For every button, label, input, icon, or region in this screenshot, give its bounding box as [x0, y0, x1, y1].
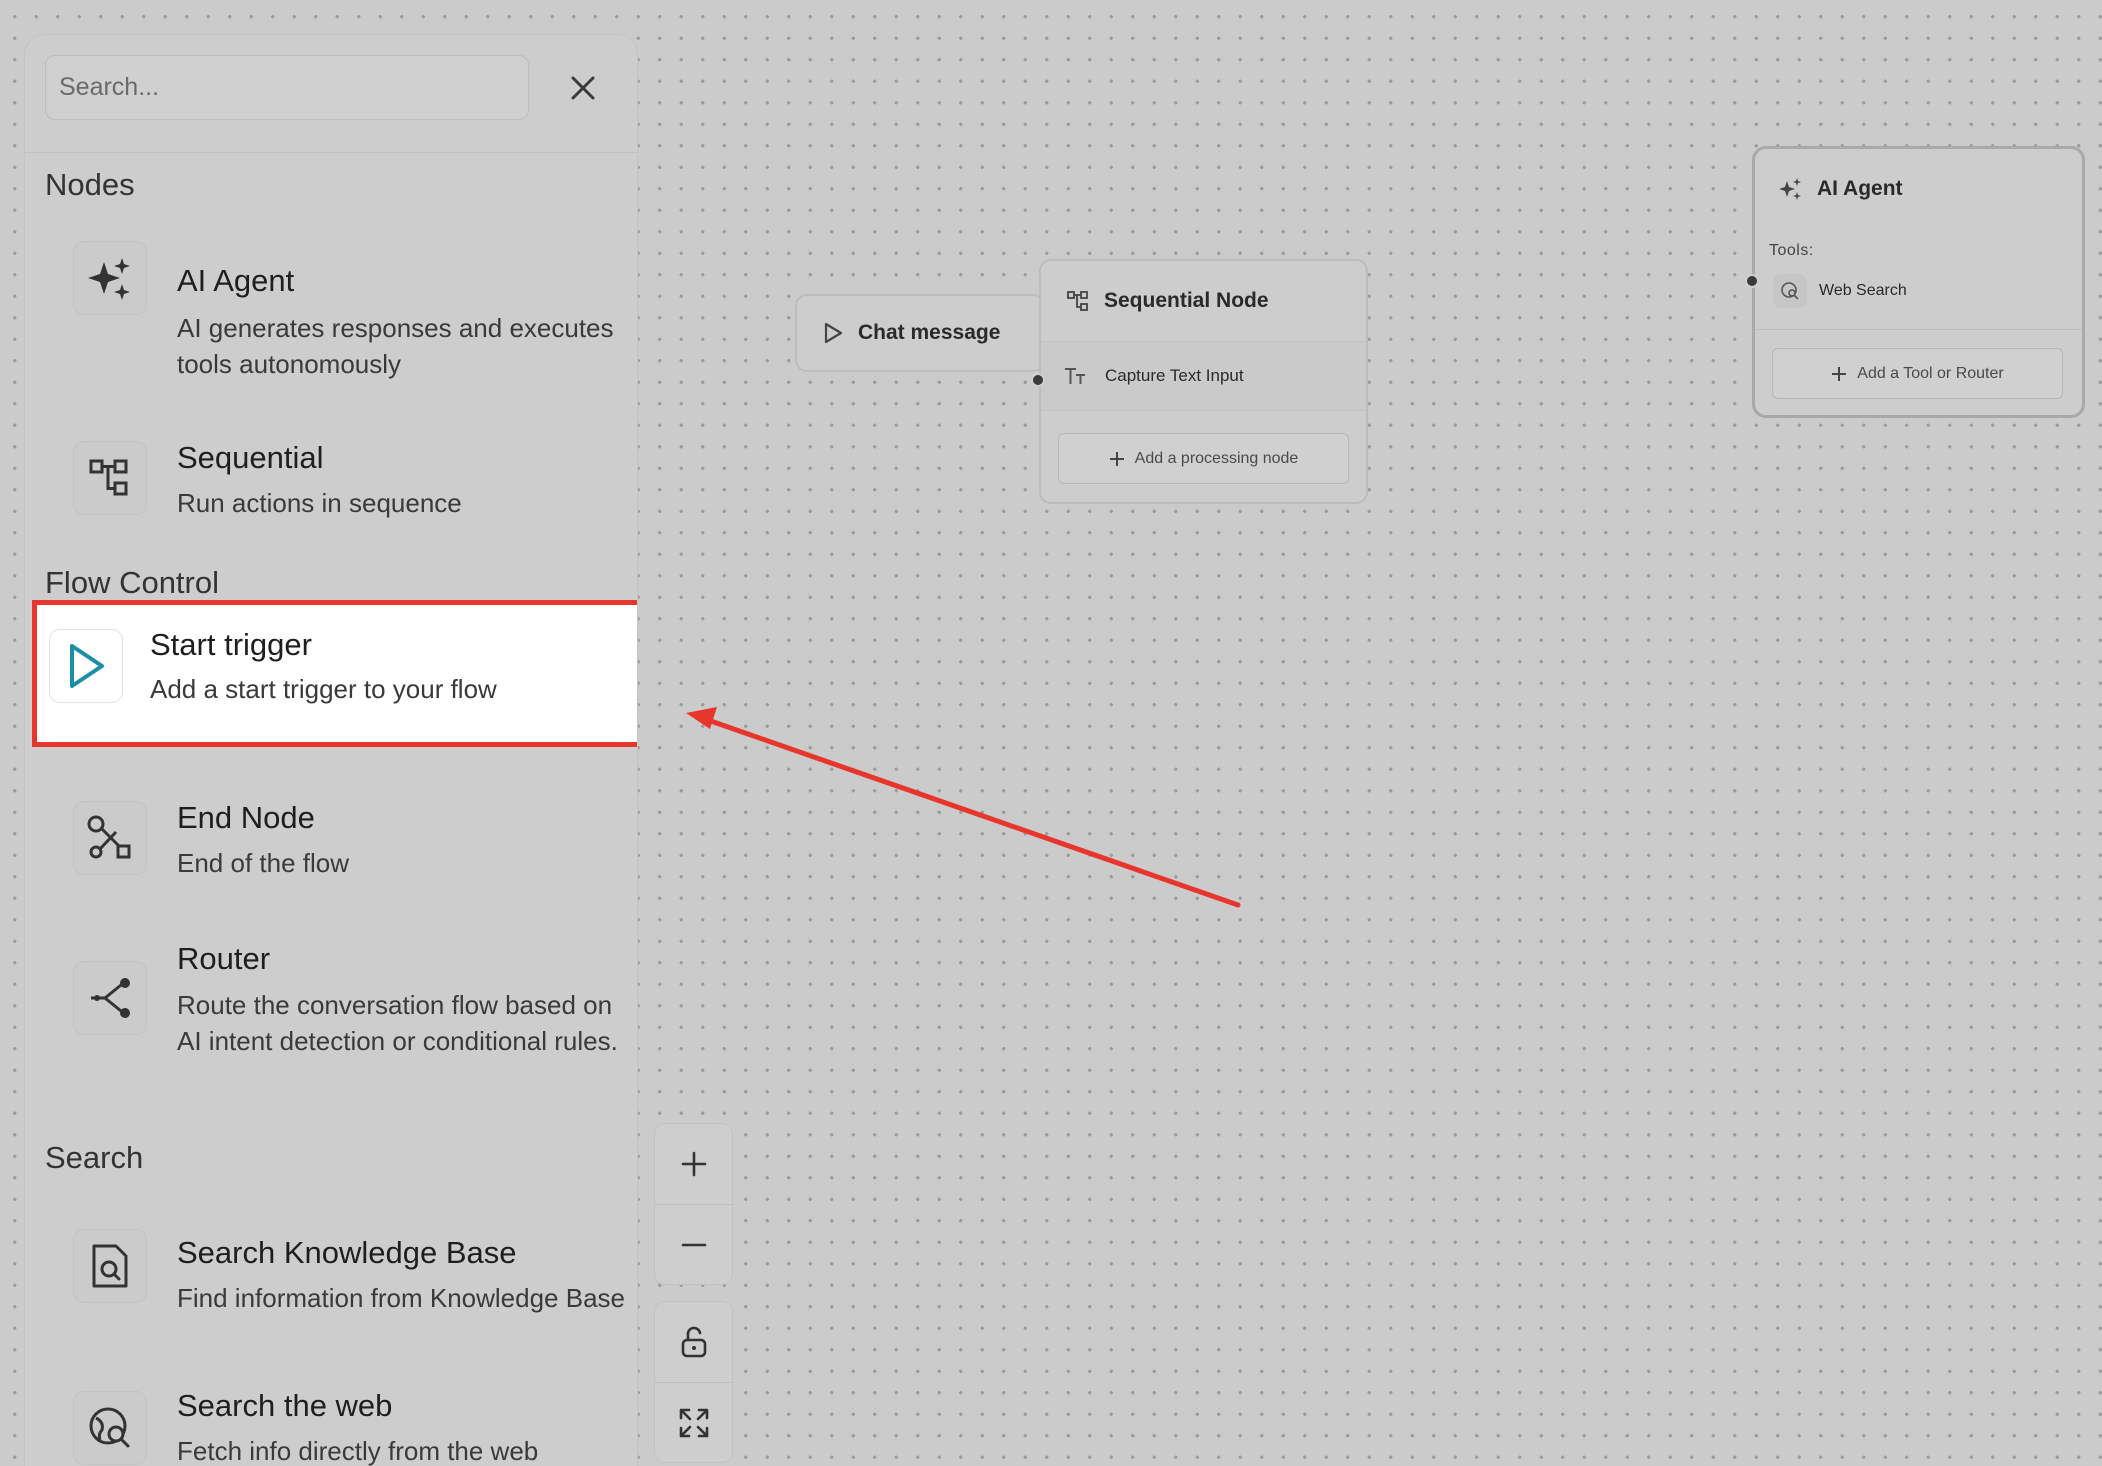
item-description: Run actions in sequence — [177, 488, 462, 518]
play-icon — [824, 322, 843, 344]
node-title: AI Agent — [1817, 177, 1903, 200]
router-icon — [74, 962, 146, 1034]
palette-item-search-web[interactable]: Search the web Fetch info directly from … — [45, 1375, 617, 1466]
close-button[interactable] — [565, 70, 601, 106]
item-description: End of the flow — [177, 848, 349, 878]
add-button-label: Add a Tool or Router — [1857, 364, 2004, 382]
palette-item-start-trigger[interactable]: Start trigger Add a start trigger to you… — [32, 600, 637, 747]
document-search-icon — [74, 1230, 146, 1302]
section-title-flow-control: Flow Control — [45, 565, 219, 600]
expand-icon — [679, 1408, 708, 1437]
search-field-wrapper — [45, 55, 529, 120]
plus-icon — [1109, 451, 1124, 466]
sequential-node[interactable]: Sequential Node Capture Text Input Add a… — [1039, 259, 1368, 504]
zoom-out-button[interactable] — [655, 1204, 732, 1284]
connection-handle[interactable] — [1745, 274, 1759, 288]
item-title: Router — [177, 941, 271, 976]
zoom-in-button[interactable] — [655, 1124, 732, 1204]
divider — [1755, 329, 2082, 330]
item-title: Search the web — [177, 1388, 393, 1423]
search-input[interactable] — [46, 56, 528, 119]
step-label: Capture Text Input — [1105, 366, 1244, 385]
tools-label: Tools: — [1769, 242, 1814, 259]
item-description: Add a start trigger to your flow — [150, 674, 497, 704]
tool-label: Web Search — [1819, 282, 1907, 299]
palette-item-search-knowledge-base[interactable]: Search Knowledge Base Find information f… — [45, 1195, 625, 1345]
sparkles-icon — [74, 242, 146, 314]
sequential-icon — [74, 442, 146, 514]
node-title: Chat message — [858, 321, 1001, 344]
minus-icon — [681, 1243, 706, 1246]
palette-item-router[interactable]: Router Route the conversation flow based… — [45, 905, 618, 1085]
web-search-icon — [74, 1392, 146, 1464]
capture-text-input-step[interactable]: Capture Text Input — [1041, 341, 1366, 411]
section-title-search: Search — [45, 1140, 144, 1175]
add-button-label: Add a processing node — [1134, 449, 1299, 467]
ai-agent-node[interactable]: AI Agent Tools: Web Search Add a Tool or… — [1752, 146, 2085, 418]
palette-item-sequential[interactable]: Sequential Run actions in sequence — [45, 405, 617, 518]
unlock-icon — [681, 1326, 706, 1358]
plus-icon — [1832, 366, 1847, 381]
palette-item-ai-agent[interactable]: AI Agent AI generates responses and exec… — [45, 225, 617, 379]
item-description: Fetch info directly from the web — [177, 1436, 539, 1466]
node-header: AI Agent — [1755, 149, 2082, 229]
text-type-icon — [1065, 368, 1085, 384]
item-title: Search Knowledge Base — [177, 1235, 517, 1270]
web-search-icon — [1773, 274, 1807, 308]
node-header: Sequential Node — [1041, 261, 1366, 341]
item-title: Start trigger — [150, 627, 312, 662]
fit-view-button[interactable] — [655, 1382, 732, 1462]
close-icon — [571, 76, 595, 100]
section-title-nodes: Nodes — [45, 167, 135, 202]
item-title: AI Agent — [177, 263, 295, 298]
sparkles-icon — [1779, 178, 1801, 200]
connection-handle[interactable] — [1031, 373, 1045, 387]
node-palette-sidebar: Nodes AI Agent AI generates responses an… — [25, 35, 637, 1466]
plus-icon — [681, 1151, 706, 1177]
tool-item-web-search[interactable]: Web Search — [1773, 274, 1907, 308]
sidebar-divider — [25, 152, 637, 153]
play-icon — [50, 630, 122, 702]
palette-item-end-node[interactable]: End Node End of the flow — [45, 770, 617, 880]
item-description: Find information from Knowledge Base — [177, 1283, 626, 1313]
node-title: Sequential Node — [1104, 289, 1269, 312]
item-title: Sequential — [177, 440, 324, 475]
end-node-icon — [74, 802, 146, 874]
add-tool-or-router-button[interactable]: Add a Tool or Router — [1772, 348, 2063, 399]
item-title: End Node — [177, 800, 315, 835]
item-description: AI generates responses and executes tool… — [177, 313, 614, 379]
sequential-icon — [1067, 291, 1088, 311]
chat-message-node[interactable]: Chat message — [795, 294, 1045, 372]
view-controls — [655, 1302, 732, 1462]
add-processing-node-button[interactable]: Add a processing node — [1058, 433, 1349, 484]
lock-toggle-button[interactable] — [655, 1302, 732, 1382]
zoom-controls — [655, 1124, 732, 1284]
item-description: Route the conversation flow based on AI … — [177, 990, 618, 1056]
